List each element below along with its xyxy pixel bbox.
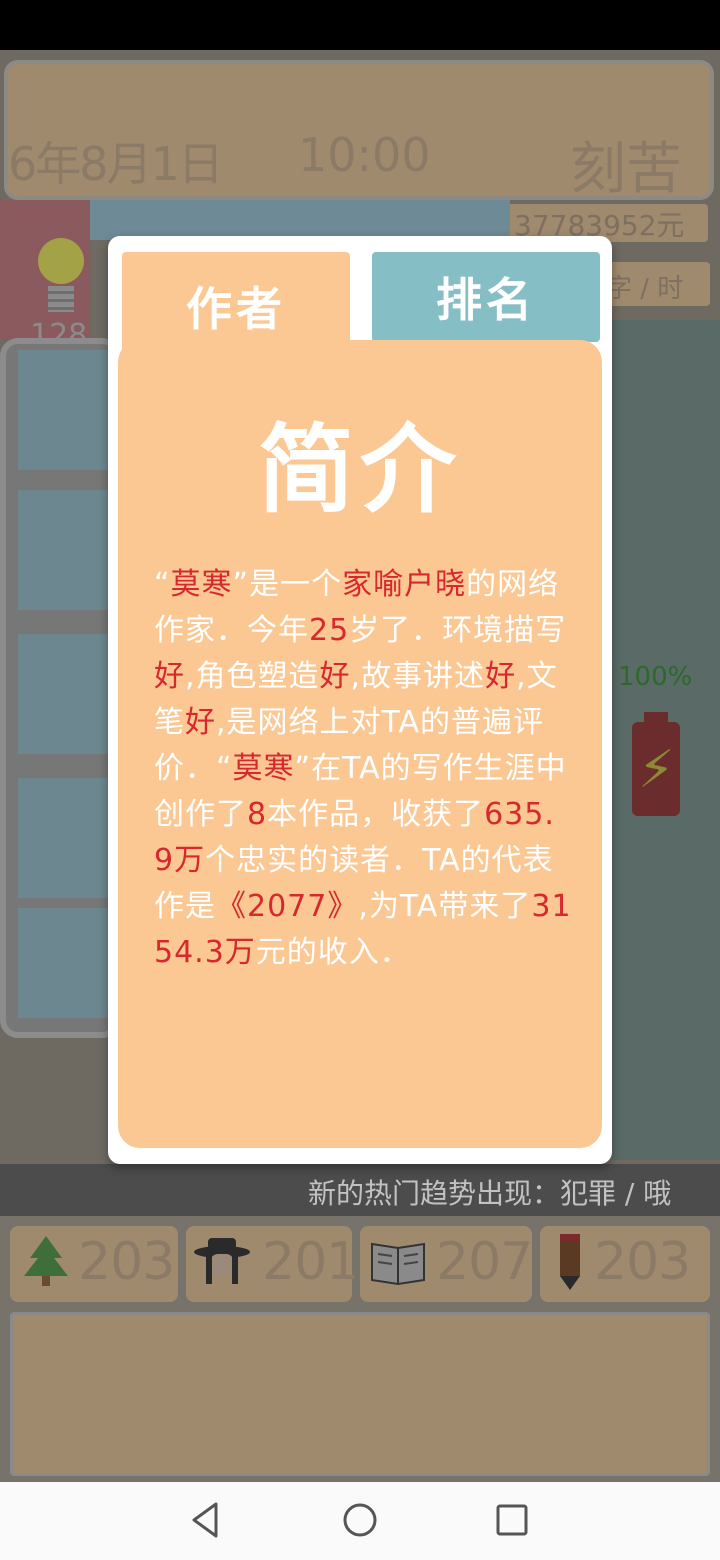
left-menu-item[interactable] <box>18 350 118 470</box>
lightbulb-base <box>48 286 74 312</box>
status-bar <box>0 0 720 50</box>
highlight-text: 莫寒 <box>232 751 295 786</box>
message-log <box>10 1312 710 1476</box>
stat-value: 203 <box>594 1232 691 1292</box>
tab-ranking[interactable]: 排名 <box>372 252 600 342</box>
pencil-icon <box>560 1234 580 1290</box>
home-icon[interactable] <box>340 1500 380 1540</box>
stat-value: 207 <box>436 1232 533 1292</box>
work-status: 刻苦 <box>570 137 682 202</box>
lightbulb-icon[interactable] <box>38 238 84 284</box>
highlight-text: 好 <box>319 659 351 694</box>
recents-icon[interactable] <box>492 1500 532 1540</box>
intro-text: ,为TA带来了 <box>358 889 532 924</box>
intro-text: “ <box>154 567 171 602</box>
highlight-text: 好 <box>154 659 185 694</box>
character-icon <box>194 1238 250 1284</box>
energy-percent: 100% <box>618 662 693 692</box>
stat-value: 203 <box>78 1232 175 1292</box>
news-ticker: 新的热门趋势出现：犯罪 / 哦 <box>308 1177 672 1210</box>
game-date: 6年8月1日 <box>8 137 224 191</box>
book-icon <box>371 1242 425 1286</box>
intro-text: ,故事讲述 <box>350 659 486 694</box>
intro-text: ”是一个 <box>232 567 343 602</box>
intro-text: 本作品，收获了 <box>267 797 485 832</box>
left-menu-item[interactable] <box>18 490 118 610</box>
highlight-text: 莫寒 <box>170 567 233 602</box>
highlight-text: 家喻户晓 <box>342 567 467 602</box>
highlight-text: 《2077》 <box>216 889 359 924</box>
highlight-text: 8 <box>247 797 268 832</box>
left-menu-item[interactable] <box>18 778 118 898</box>
game-time: 10:00 <box>298 128 431 182</box>
profile-title: 简介 <box>258 414 462 526</box>
author-introduction: “莫寒”是一个家喻户晓的网络作家．今年25岁了．环境描写好,角色塑造好,故事讲述… <box>154 562 574 976</box>
left-menu-item[interactable] <box>18 908 118 1018</box>
background-window <box>90 200 510 240</box>
tab-author[interactable]: 作者 <box>122 252 350 360</box>
intro-text: ,角色塑造 <box>185 659 320 694</box>
left-menu-item[interactable] <box>18 634 118 754</box>
lightning-icon: ⚡ <box>638 740 675 800</box>
intro-text: 岁了．环境描写 <box>349 613 567 648</box>
highlight-text: 好 <box>485 659 517 694</box>
writing-speed: 字 / 时 <box>606 274 684 304</box>
stat-value: 201 <box>262 1232 359 1292</box>
highlight-text: 25 <box>309 613 350 648</box>
tree-icon <box>24 1236 68 1286</box>
highlight-text: 好 <box>185 705 216 740</box>
intro-text: 元的收入． <box>255 935 411 970</box>
back-icon[interactable] <box>186 1500 226 1540</box>
